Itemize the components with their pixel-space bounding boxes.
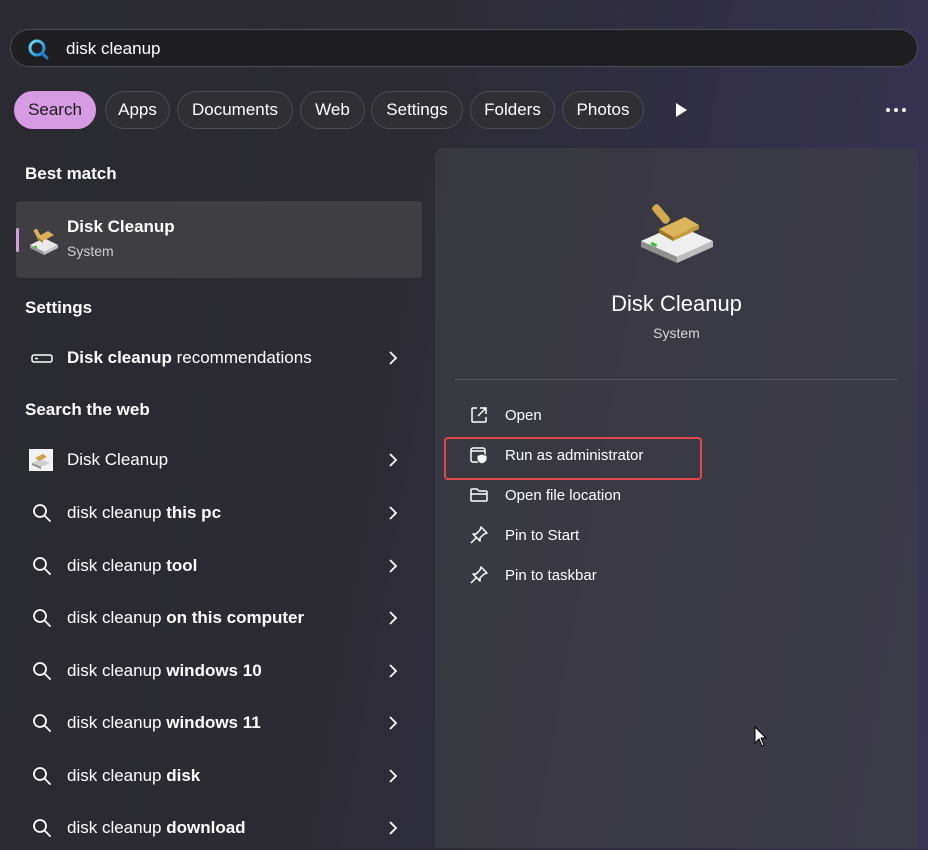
- detail-title: Disk Cleanup: [611, 291, 742, 316]
- filter-apps[interactable]: Apps: [105, 91, 170, 129]
- folder-icon: [470, 488, 488, 502]
- open-action[interactable]: Open: [465, 401, 765, 431]
- disk-cleanup-icon: [30, 228, 58, 255]
- settings-item-label: Disk cleanup recommendations: [67, 348, 312, 367]
- chevron-right-icon[interactable]: [386, 350, 400, 366]
- filter-web[interactable]: Web: [300, 91, 365, 129]
- search-icon: [33, 662, 51, 680]
- best-match-subtitle: System: [67, 243, 114, 259]
- pin-to-start-action[interactable]: Pin to Start: [465, 521, 765, 551]
- filter-folders[interactable]: Folders: [470, 91, 555, 129]
- pin-to-taskbar-label: Pin to taskbar: [505, 567, 597, 584]
- chevron-right-icon[interactable]: [386, 452, 400, 468]
- web-result-label: disk cleanup on this computer: [67, 608, 305, 627]
- pin-icon: [470, 566, 488, 584]
- search-icon: [33, 819, 51, 837]
- search-icon: [33, 609, 51, 627]
- web-result-item[interactable]: Disk Cleanup: [16, 438, 422, 482]
- pin-to-start-label: Pin to Start: [505, 527, 580, 544]
- web-result-label: disk cleanup tool: [67, 556, 198, 575]
- open-file-location-action[interactable]: Open file location: [465, 481, 765, 511]
- open-file-location-label: Open file location: [505, 487, 621, 504]
- play-icon[interactable]: [671, 100, 691, 120]
- web-result-label: disk cleanup disk: [67, 766, 201, 785]
- web-result-item[interactable]: disk cleanup download: [16, 806, 422, 850]
- filter-settings[interactable]: Settings: [371, 91, 463, 129]
- web-result-item[interactable]: disk cleanup windows 11: [16, 701, 422, 745]
- open-external-icon: [471, 407, 487, 423]
- disk-cleanup-icon: [641, 204, 713, 263]
- pin-to-taskbar-action[interactable]: Pin to taskbar: [465, 561, 765, 591]
- best-match-item[interactable]: Disk Cleanup System: [16, 201, 422, 278]
- search-web-heading: Search the web: [25, 400, 150, 419]
- web-result-label: disk cleanup windows 10: [67, 661, 262, 680]
- web-result-item[interactable]: disk cleanup tool: [16, 544, 422, 588]
- selection-indicator: [16, 228, 19, 252]
- web-result-item[interactable]: disk cleanup windows 10: [16, 649, 422, 693]
- more-icon[interactable]: [884, 100, 908, 120]
- best-match-title: Disk Cleanup: [67, 217, 175, 236]
- filter-search[interactable]: Search: [14, 91, 96, 129]
- best-match-heading: Best match: [25, 164, 117, 183]
- web-result-label: disk cleanup this pc: [67, 503, 222, 522]
- divider: [455, 379, 898, 380]
- search-icon: [28, 39, 49, 60]
- search-icon: [33, 714, 51, 732]
- web-result-item[interactable]: disk cleanup on this computer: [16, 596, 422, 640]
- chevron-right-icon[interactable]: [386, 505, 400, 521]
- filter-photos[interactable]: Photos: [562, 91, 644, 129]
- filter-documents[interactable]: Documents: [177, 91, 293, 129]
- pin-icon: [470, 526, 488, 544]
- chevron-right-icon[interactable]: [386, 610, 400, 626]
- web-result-label: disk cleanup download: [67, 818, 246, 837]
- detail-subtitle: System: [653, 325, 700, 341]
- chevron-right-icon[interactable]: [386, 715, 400, 731]
- chevron-right-icon[interactable]: [386, 558, 400, 574]
- detail-panel: Disk Cleanup System Open Run as administ…: [435, 148, 918, 848]
- highlight-box: [444, 437, 702, 480]
- mouse-cursor-icon: [754, 726, 768, 747]
- search-icon: [33, 504, 51, 522]
- settings-item-disk-cleanup-recommendations[interactable]: Disk cleanup recommendations: [16, 336, 422, 380]
- search-icon: [33, 767, 51, 785]
- disk-cleanup-icon: [29, 449, 53, 471]
- chevron-right-icon[interactable]: [386, 820, 400, 836]
- search-bar[interactable]: disk cleanup: [10, 29, 918, 67]
- search-icon: [33, 557, 51, 575]
- settings-heading: Settings: [25, 298, 93, 317]
- search-input[interactable]: disk cleanup: [66, 39, 161, 59]
- web-result-label: Disk Cleanup: [67, 450, 169, 469]
- open-action-label: Open: [505, 407, 542, 424]
- drive-icon: [31, 354, 53, 363]
- web-result-item[interactable]: disk cleanup this pc: [16, 491, 422, 535]
- chevron-right-icon[interactable]: [386, 768, 400, 784]
- web-result-label: disk cleanup windows 11: [67, 713, 261, 732]
- chevron-right-icon[interactable]: [386, 663, 400, 679]
- web-result-item[interactable]: disk cleanup disk: [16, 754, 422, 798]
